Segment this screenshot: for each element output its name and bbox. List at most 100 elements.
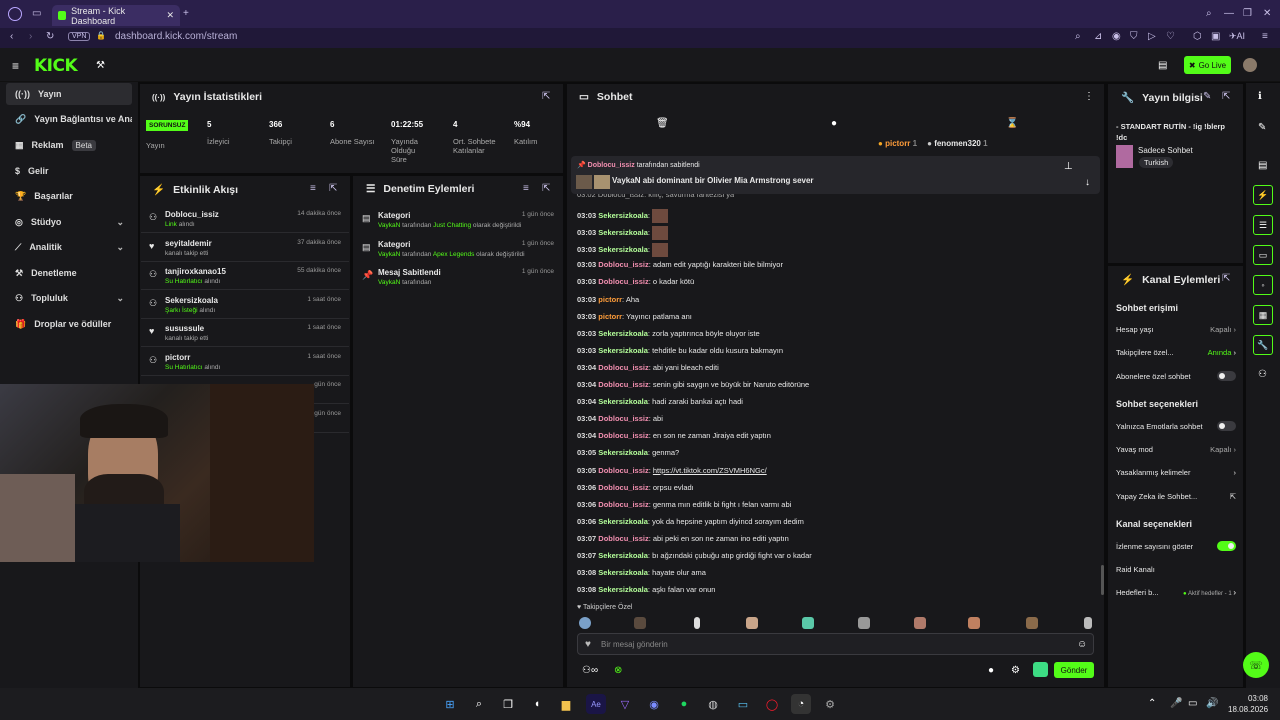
emotes-only-row[interactable]: Yalnızca Emotlarla sohbet	[1116, 421, 1236, 431]
maximize-icon[interactable]: ❐	[1243, 8, 1252, 19]
opera-taskbar-icon[interactable]: ◯	[762, 694, 782, 714]
close-tab-icon[interactable]: ✕	[166, 10, 174, 21]
unpin-icon[interactable]: ⊥	[1064, 161, 1073, 172]
sidebar-item-denetleme[interactable]: ⚒ Denetleme	[6, 262, 132, 284]
chat-message[interactable]: 03:03 Sekersizkoala: zorla yaptırınca bö…	[577, 329, 1097, 341]
activity-row[interactable]: ⚇ Doblocu_issiz Link alındı 14 dakika önce	[141, 205, 349, 233]
subs-only-row[interactable]: Abonelere özel sohbet	[1116, 371, 1236, 381]
sidebar-item-reklam[interactable]: ▦ Reklam Beta	[6, 134, 132, 156]
chat-message[interactable]: 03:03 pictorr: Yayıncı patlama anı	[577, 312, 1097, 324]
edit-icon[interactable]: ✎	[1203, 91, 1211, 102]
chat-message[interactable]: 03:06 Doblocu_issiz: genma mın editlik b…	[577, 500, 1097, 512]
popout-icon[interactable]: ⇱	[1222, 273, 1230, 284]
chat-message[interactable]: 03:03 Doblocu_issiz: o kadar kötü	[577, 277, 1097, 289]
reload-icon[interactable]: ↻	[46, 31, 54, 42]
windows-start-icon[interactable]: ⊞	[440, 694, 460, 714]
heart-icon[interactable]: ♡	[1166, 31, 1175, 42]
task-view-icon[interactable]: ❐	[498, 694, 518, 714]
zoom-icon[interactable]: ⌕	[1075, 31, 1081, 42]
go-live-button[interactable]: ✖ Go Live	[1184, 56, 1231, 74]
new-tab-icon[interactable]: +	[183, 8, 189, 19]
activity-row[interactable]: ⚇ tanjiroxkanao15 Su Hatırlatıcı alındı 55 …	[141, 262, 349, 290]
sidebar-item-droplar[interactable]: 🎁 Droplar ve ödüller	[6, 313, 132, 335]
collapse-icon[interactable]: ↓	[1085, 177, 1090, 188]
help-chat-button[interactable]: ☏	[1243, 652, 1269, 678]
moderation-row[interactable]: ▤ Kategori VaykaN tarafından Just Chatting…	[354, 208, 562, 236]
chat-icon[interactable]: ▭	[1253, 245, 1273, 265]
activity-user[interactable]: Sekersizkoala	[165, 296, 218, 305]
chat-message[interactable]: 03:03 Sekersizkoala:	[577, 226, 1097, 241]
search-icon[interactable]: ⌕	[469, 694, 489, 714]
chat-bubble-icon[interactable]: ●	[988, 665, 994, 676]
opera-icon[interactable]	[8, 7, 22, 21]
creator-icon[interactable]: ▤	[1258, 160, 1267, 171]
send-button[interactable]: Gönder	[1054, 662, 1094, 678]
chevron-up-icon[interactable]: ⌃	[1148, 698, 1156, 709]
chat-scrollbar[interactable]	[1101, 565, 1104, 595]
chat-message[interactable]: 03:08 Sekersizkoala: hayate olur ama	[577, 568, 1097, 580]
proton-vpn-icon[interactable]: ▽	[615, 694, 635, 714]
kick-icon[interactable]: ⊗	[614, 665, 622, 676]
chat-message[interactable]: 03:07 Doblocu_issiz: abi peki en son ne …	[577, 534, 1097, 546]
followers-only-row[interactable]: Takipçilere özel... Anında ›	[1116, 348, 1236, 357]
goals-row[interactable]: Hedefleri b... ● Aktif hedefler - 1 ›	[1116, 588, 1236, 597]
creator-icon[interactable]: ▤	[1158, 60, 1167, 71]
chat-message[interactable]: 03:08 Sekersizkoala: aşkı falan var onun	[577, 585, 1097, 597]
sidebar-item-studyo[interactable]: ◎ Stüdyo ⌄	[6, 211, 132, 233]
banned-words-row[interactable]: Yasaklanmış kelimeler ›	[1116, 468, 1236, 477]
hammer-icon[interactable]: ⚒	[96, 60, 105, 71]
chat-message[interactable]: 03:04 Doblocu_issiz: abi	[577, 414, 1097, 426]
ai-button[interactable]: ✈AI	[1229, 31, 1245, 42]
activity-user[interactable]: susussule	[165, 324, 204, 333]
slow-mode-row[interactable]: Yavaş mod Kapalı ›	[1116, 445, 1236, 454]
emote-option[interactable]	[746, 617, 758, 629]
emote-option[interactable]	[858, 617, 870, 629]
activity-user[interactable]: seyitaldemir	[165, 239, 212, 248]
emote-option[interactable]	[579, 617, 591, 629]
chat-message[interactable]: 03:03 Sekersizkoala:	[577, 243, 1097, 258]
network-icon[interactable]: ▭	[1188, 698, 1197, 709]
minimize-icon[interactable]: —	[1224, 8, 1234, 19]
chat-message[interactable]: 03:03 pictorr: Aha	[577, 295, 1097, 307]
chat-message[interactable]: 03:04 Doblocu_issiz: senin gibi saygın v…	[577, 380, 1097, 392]
pin-icon[interactable]: ⊿	[1094, 31, 1102, 42]
browser-tab[interactable]: Stream - Kick Dashboard ✕	[52, 5, 180, 26]
back-icon[interactable]: ‹	[10, 31, 13, 42]
tag-turkish[interactable]: Turkish	[1139, 157, 1174, 168]
category-name[interactable]: Sadece Sohbet	[1138, 146, 1193, 155]
emote-option[interactable]	[634, 617, 646, 629]
list-icon[interactable]: ☰	[1253, 215, 1273, 235]
ai-chat-row[interactable]: Yapay Zeka ile Sohbet... ⇱	[1116, 492, 1236, 501]
more-icon[interactable]: ⋮	[1084, 91, 1094, 102]
trash-icon[interactable]: 🗑	[656, 118, 669, 129]
chat-message[interactable]: 03:03 Doblocu_issiz: adam edit yaptığı k…	[577, 260, 1097, 272]
shield-icon[interactable]: ⛉	[1130, 31, 1138, 42]
lightning-icon[interactable]: ⚡	[1253, 185, 1273, 205]
popout-icon[interactable]: ⇱	[1222, 91, 1230, 102]
vpn-badge[interactable]: VPN	[68, 32, 91, 41]
sidebar-item-yayin[interactable]: ((·)) Yayın	[6, 83, 132, 105]
play-icon[interactable]: ▷	[1148, 31, 1156, 42]
wrench-icon[interactable]: 🔧	[1253, 335, 1273, 355]
menu-icon[interactable]: ≡	[1262, 31, 1268, 42]
ad-icon[interactable]: ▦	[1253, 305, 1273, 325]
hamburger-icon[interactable]: ≡	[12, 59, 19, 73]
popout-icon[interactable]: ⇱	[329, 183, 337, 194]
moderation-row[interactable]: 📌 Mesaj Sabitlendi VaykaN tarafından 1 gün …	[354, 265, 562, 293]
toggle-switch[interactable]	[1217, 421, 1236, 431]
avatar[interactable]	[1243, 58, 1257, 72]
activity-user[interactable]: tanjiroxkanao15	[165, 267, 226, 276]
spotify-icon[interactable]: ●	[674, 694, 694, 714]
hourglass-icon[interactable]: ⌛	[1006, 118, 1018, 129]
activity-user[interactable]: pictorr	[165, 353, 190, 362]
url-field[interactable]: dashboard.kick.com/stream	[115, 31, 237, 42]
activity-row[interactable]: ♥ seyitaldemir kanalı takip etti 37 dakika …	[141, 234, 349, 262]
raid-row[interactable]: Raid Kanalı	[1116, 565, 1236, 574]
edit-icon[interactable]: ✎	[1258, 122, 1266, 133]
camera-icon[interactable]: ◉	[1112, 31, 1121, 42]
extensions-icon[interactable]: ⬡	[1193, 31, 1202, 42]
chat-message[interactable]: 03:06 Doblocu_issiz: orpsu evladı	[577, 483, 1097, 495]
discord-icon[interactable]: ◉	[644, 694, 664, 714]
activity-row[interactable]: ♥ susussule kanalı takip etti 1 saat önce	[141, 319, 349, 347]
top-chatter[interactable]: ● pictorr 1	[878, 139, 917, 148]
